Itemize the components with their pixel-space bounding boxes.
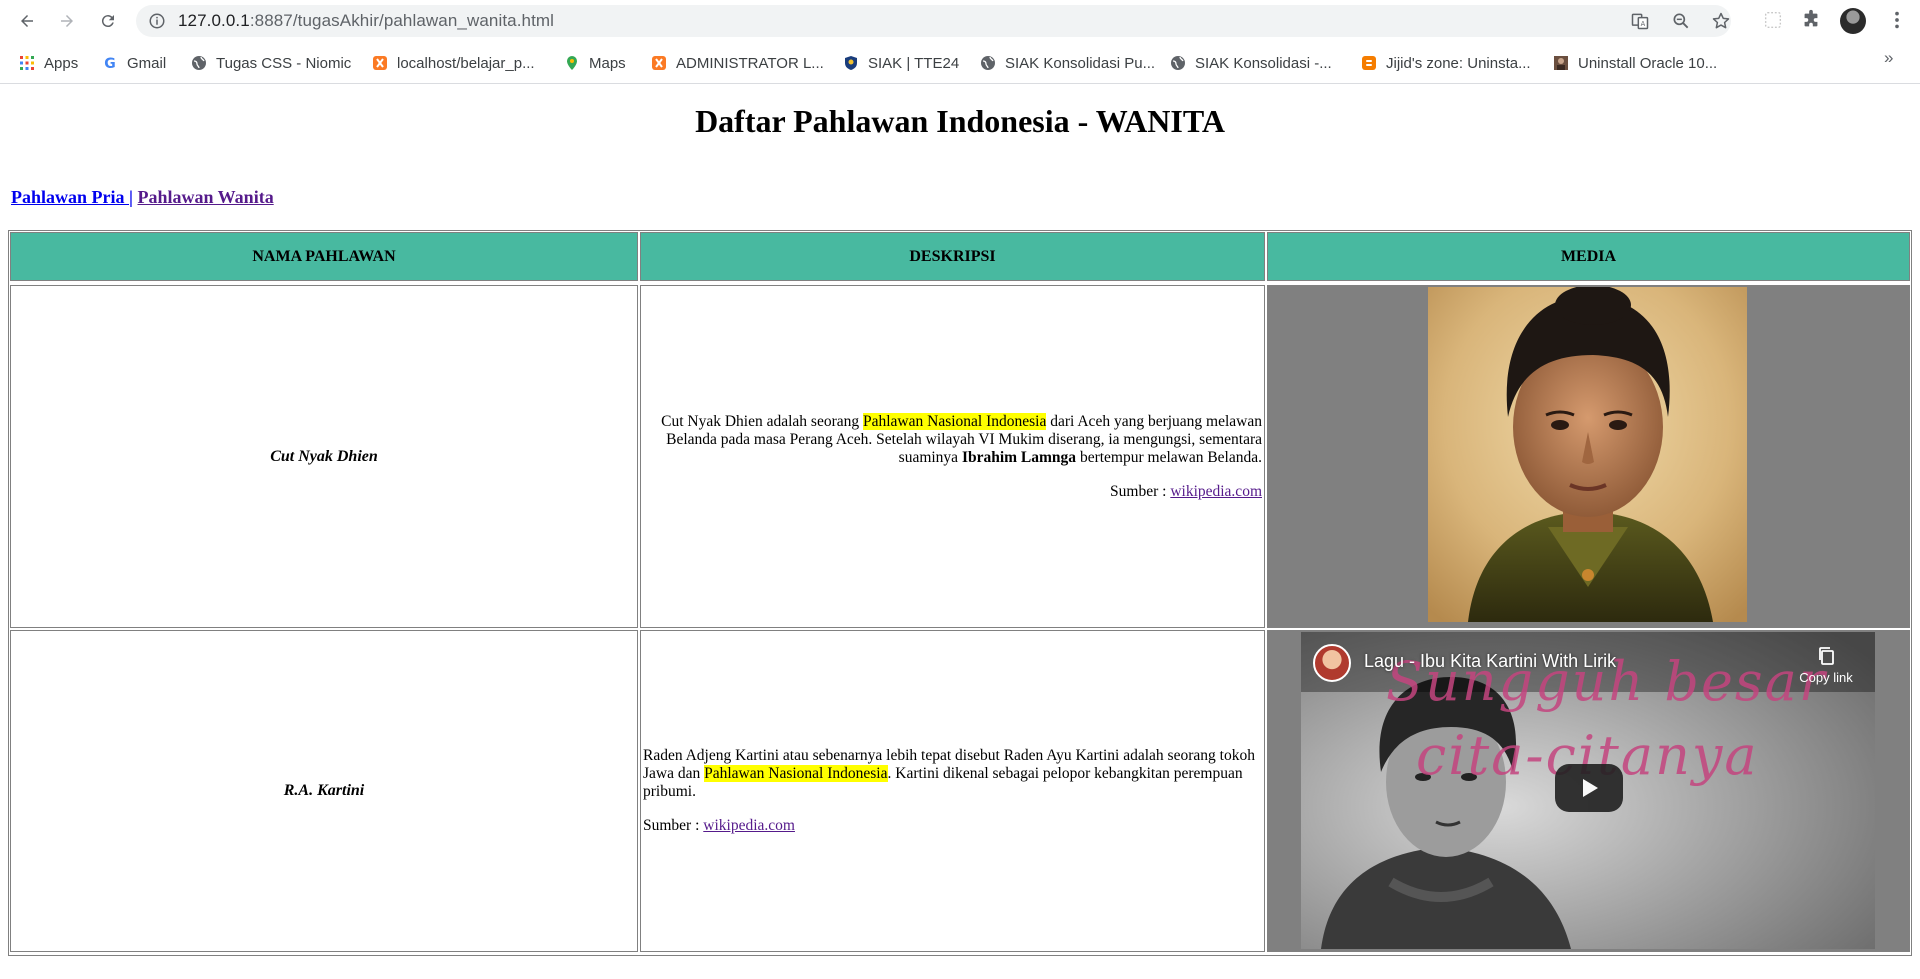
bookmark-tugas-css[interactable]: Tugas CSS - Niomic bbox=[191, 51, 351, 75]
bookmark-star-icon[interactable] bbox=[1711, 11, 1731, 31]
hero-name: Cut Nyak Dhien bbox=[270, 447, 378, 465]
extension-placeholder-icon[interactable] bbox=[1762, 9, 1784, 31]
bookmark-label: Tugas CSS - Niomic bbox=[216, 54, 352, 72]
svg-text:G: G bbox=[104, 56, 116, 71]
forward-arrow-icon bbox=[61, 15, 73, 27]
profile-avatar[interactable] bbox=[1840, 8, 1866, 34]
url-path: :8887/tugasAkhir/pahlawan_wanita.html bbox=[249, 11, 555, 30]
source-link[interactable]: wikipedia.com bbox=[1170, 483, 1262, 500]
source-line: Sumber : wikipedia.com bbox=[643, 817, 1262, 835]
reload-button[interactable] bbox=[94, 7, 122, 35]
hero-name: R.A. Kartini bbox=[283, 782, 365, 799]
source-label: Sumber : bbox=[643, 817, 704, 834]
channel-avatar[interactable] bbox=[1313, 644, 1351, 682]
portrait-image bbox=[1428, 287, 1747, 622]
bookmark-uninstall-oracle[interactable]: Uninstall Oracle 10... bbox=[1553, 51, 1717, 75]
link-pahlawan-pria[interactable]: Pahlawan Pria bbox=[11, 187, 129, 207]
translate-icon[interactable]: A bbox=[1630, 11, 1650, 31]
row1-name: Cut Nyak Dhien bbox=[10, 285, 638, 628]
photo-thumb-icon bbox=[1553, 55, 1569, 71]
shield-emblem-icon bbox=[843, 55, 859, 71]
copy-icon bbox=[1819, 647, 1834, 665]
bookmark-label: localhost/belajar_p... bbox=[397, 54, 535, 72]
svg-text:A: A bbox=[1641, 20, 1646, 28]
bookmarks-overflow-button[interactable]: » bbox=[1884, 48, 1893, 68]
bookmark-siak-konsolidasi-pu[interactable]: SIAK Konsolidasi Pu... bbox=[980, 51, 1155, 75]
copy-link-button[interactable]: Copy link bbox=[1791, 646, 1861, 685]
maps-pin-icon bbox=[564, 55, 580, 71]
bookmark-label: Apps bbox=[44, 54, 79, 72]
header-media: MEDIA bbox=[1267, 232, 1910, 281]
bookmark-maps[interactable]: Maps bbox=[564, 51, 626, 75]
highlight-mark: Pahlawan Nasional Indonesia bbox=[863, 412, 1047, 430]
bookmark-label: Gmail bbox=[127, 54, 167, 72]
bookmark-siak-konsolidasi[interactable]: SIAK Konsolidasi -... bbox=[1170, 51, 1332, 75]
row2-name: R.A. Kartini bbox=[10, 630, 638, 952]
url-host: 127.0.0.1 bbox=[178, 11, 250, 30]
video-title[interactable]: Lagu - Ibu Kita Kartini With Lirik bbox=[1364, 651, 1616, 672]
bookmark-label: Jijid's zone: Uninsta... bbox=[1386, 54, 1531, 72]
kebab-menu-icon[interactable] bbox=[1886, 9, 1908, 31]
xampp-icon bbox=[372, 55, 388, 71]
bookmark-administrator[interactable]: ADMINISTRATOR L... bbox=[651, 51, 824, 75]
source-line: Sumber : wikipedia.com bbox=[643, 483, 1262, 501]
forward-button[interactable] bbox=[53, 7, 81, 35]
copy-link-label: Copy link bbox=[1799, 670, 1853, 685]
play-icon bbox=[1583, 779, 1598, 797]
bookmark-label: SIAK Konsolidasi Pu... bbox=[1005, 54, 1156, 72]
globe-icon bbox=[980, 55, 996, 71]
bookmarks-bar: Apps G Gmail Tugas CSS - Niomic localhos… bbox=[0, 42, 1920, 84]
info-icon[interactable] bbox=[148, 12, 166, 30]
back-arrow-icon bbox=[21, 15, 33, 27]
bookmark-localhost[interactable]: localhost/belajar_p... bbox=[372, 51, 535, 75]
apps-grid-icon bbox=[19, 55, 35, 71]
play-button[interactable] bbox=[1555, 764, 1623, 812]
bookmark-gmail[interactable]: G Gmail bbox=[102, 51, 166, 75]
page-title: Daftar Pahlawan Indonesia - WANITA bbox=[695, 103, 1225, 139]
extensions-puzzle-icon[interactable] bbox=[1800, 9, 1822, 31]
reload-icon bbox=[101, 15, 114, 28]
nav-separator: | bbox=[129, 187, 133, 207]
google-icon: G bbox=[102, 55, 118, 71]
row2-description: Raden Adjeng Kartini atau sebenarnya leb… bbox=[640, 630, 1265, 952]
page-content: Daftar Pahlawan Indonesia - WANITA Pahla… bbox=[0, 85, 1920, 979]
source-label: Sumber : bbox=[1110, 482, 1171, 500]
bookmark-siak-tte24[interactable]: SIAK | TTE24 bbox=[843, 51, 959, 75]
link-pahlawan-wanita[interactable]: Pahlawan Wanita bbox=[137, 187, 273, 207]
address-bar[interactable]: 127.0.0.1:8887/tugasAkhir/pahlawan_wanit… bbox=[136, 5, 1731, 37]
bookmark-label: SIAK | TTE24 bbox=[868, 54, 960, 72]
zoom-icon[interactable] bbox=[1671, 11, 1691, 31]
bookmark-label: Uninstall Oracle 10... bbox=[1578, 54, 1718, 72]
highlight-mark: Pahlawan Nasional Indonesia bbox=[704, 765, 888, 782]
bookmark-apps[interactable]: Apps bbox=[19, 51, 78, 75]
bold-name: Ibrahim Lamnga bbox=[961, 448, 1077, 466]
youtube-embed[interactable]: Sungguh besar cita-citanya Lagu - Ibu Ki… bbox=[1301, 632, 1875, 949]
hero-nav: Pahlawan Pria | Pahlawan Wanita bbox=[11, 187, 274, 208]
url-text[interactable]: 127.0.0.1:8887/tugasAkhir/pahlawan_wanit… bbox=[178, 11, 554, 31]
globe-icon bbox=[191, 55, 207, 71]
header-nama-pahlawan: NAMA PAHLAWAN bbox=[10, 232, 638, 281]
row1-description: Cut Nyak Dhien adalah seorang Pahlawan N… bbox=[640, 285, 1265, 628]
description-text: Raden Adjeng Kartini atau sebenarnya leb… bbox=[643, 747, 1262, 801]
header-deskripsi: DESKRIPSI bbox=[640, 232, 1265, 281]
description-text: Cut Nyak Dhien adalah seorang Pahlawan N… bbox=[643, 412, 1262, 467]
bookmark-label: SIAK Konsolidasi -... bbox=[1195, 54, 1332, 72]
bookmark-label: Maps bbox=[589, 54, 626, 72]
source-link[interactable]: wikipedia.com bbox=[703, 817, 795, 834]
desc-text: bertempur melawan Belanda. bbox=[1076, 448, 1262, 466]
desc-text: Cut Nyak Dhien adalah seorang bbox=[661, 412, 863, 430]
back-button[interactable] bbox=[13, 7, 41, 35]
bookmark-label: ADMINISTRATOR L... bbox=[676, 54, 824, 72]
browser-toolbar: 127.0.0.1:8887/tugasAkhir/pahlawan_wanit… bbox=[0, 0, 1920, 42]
bookmark-jijids-zone[interactable]: Jijid's zone: Uninsta... bbox=[1361, 51, 1531, 75]
blogger-icon bbox=[1361, 55, 1377, 71]
globe-icon bbox=[1170, 55, 1186, 71]
xampp-icon bbox=[651, 55, 667, 71]
